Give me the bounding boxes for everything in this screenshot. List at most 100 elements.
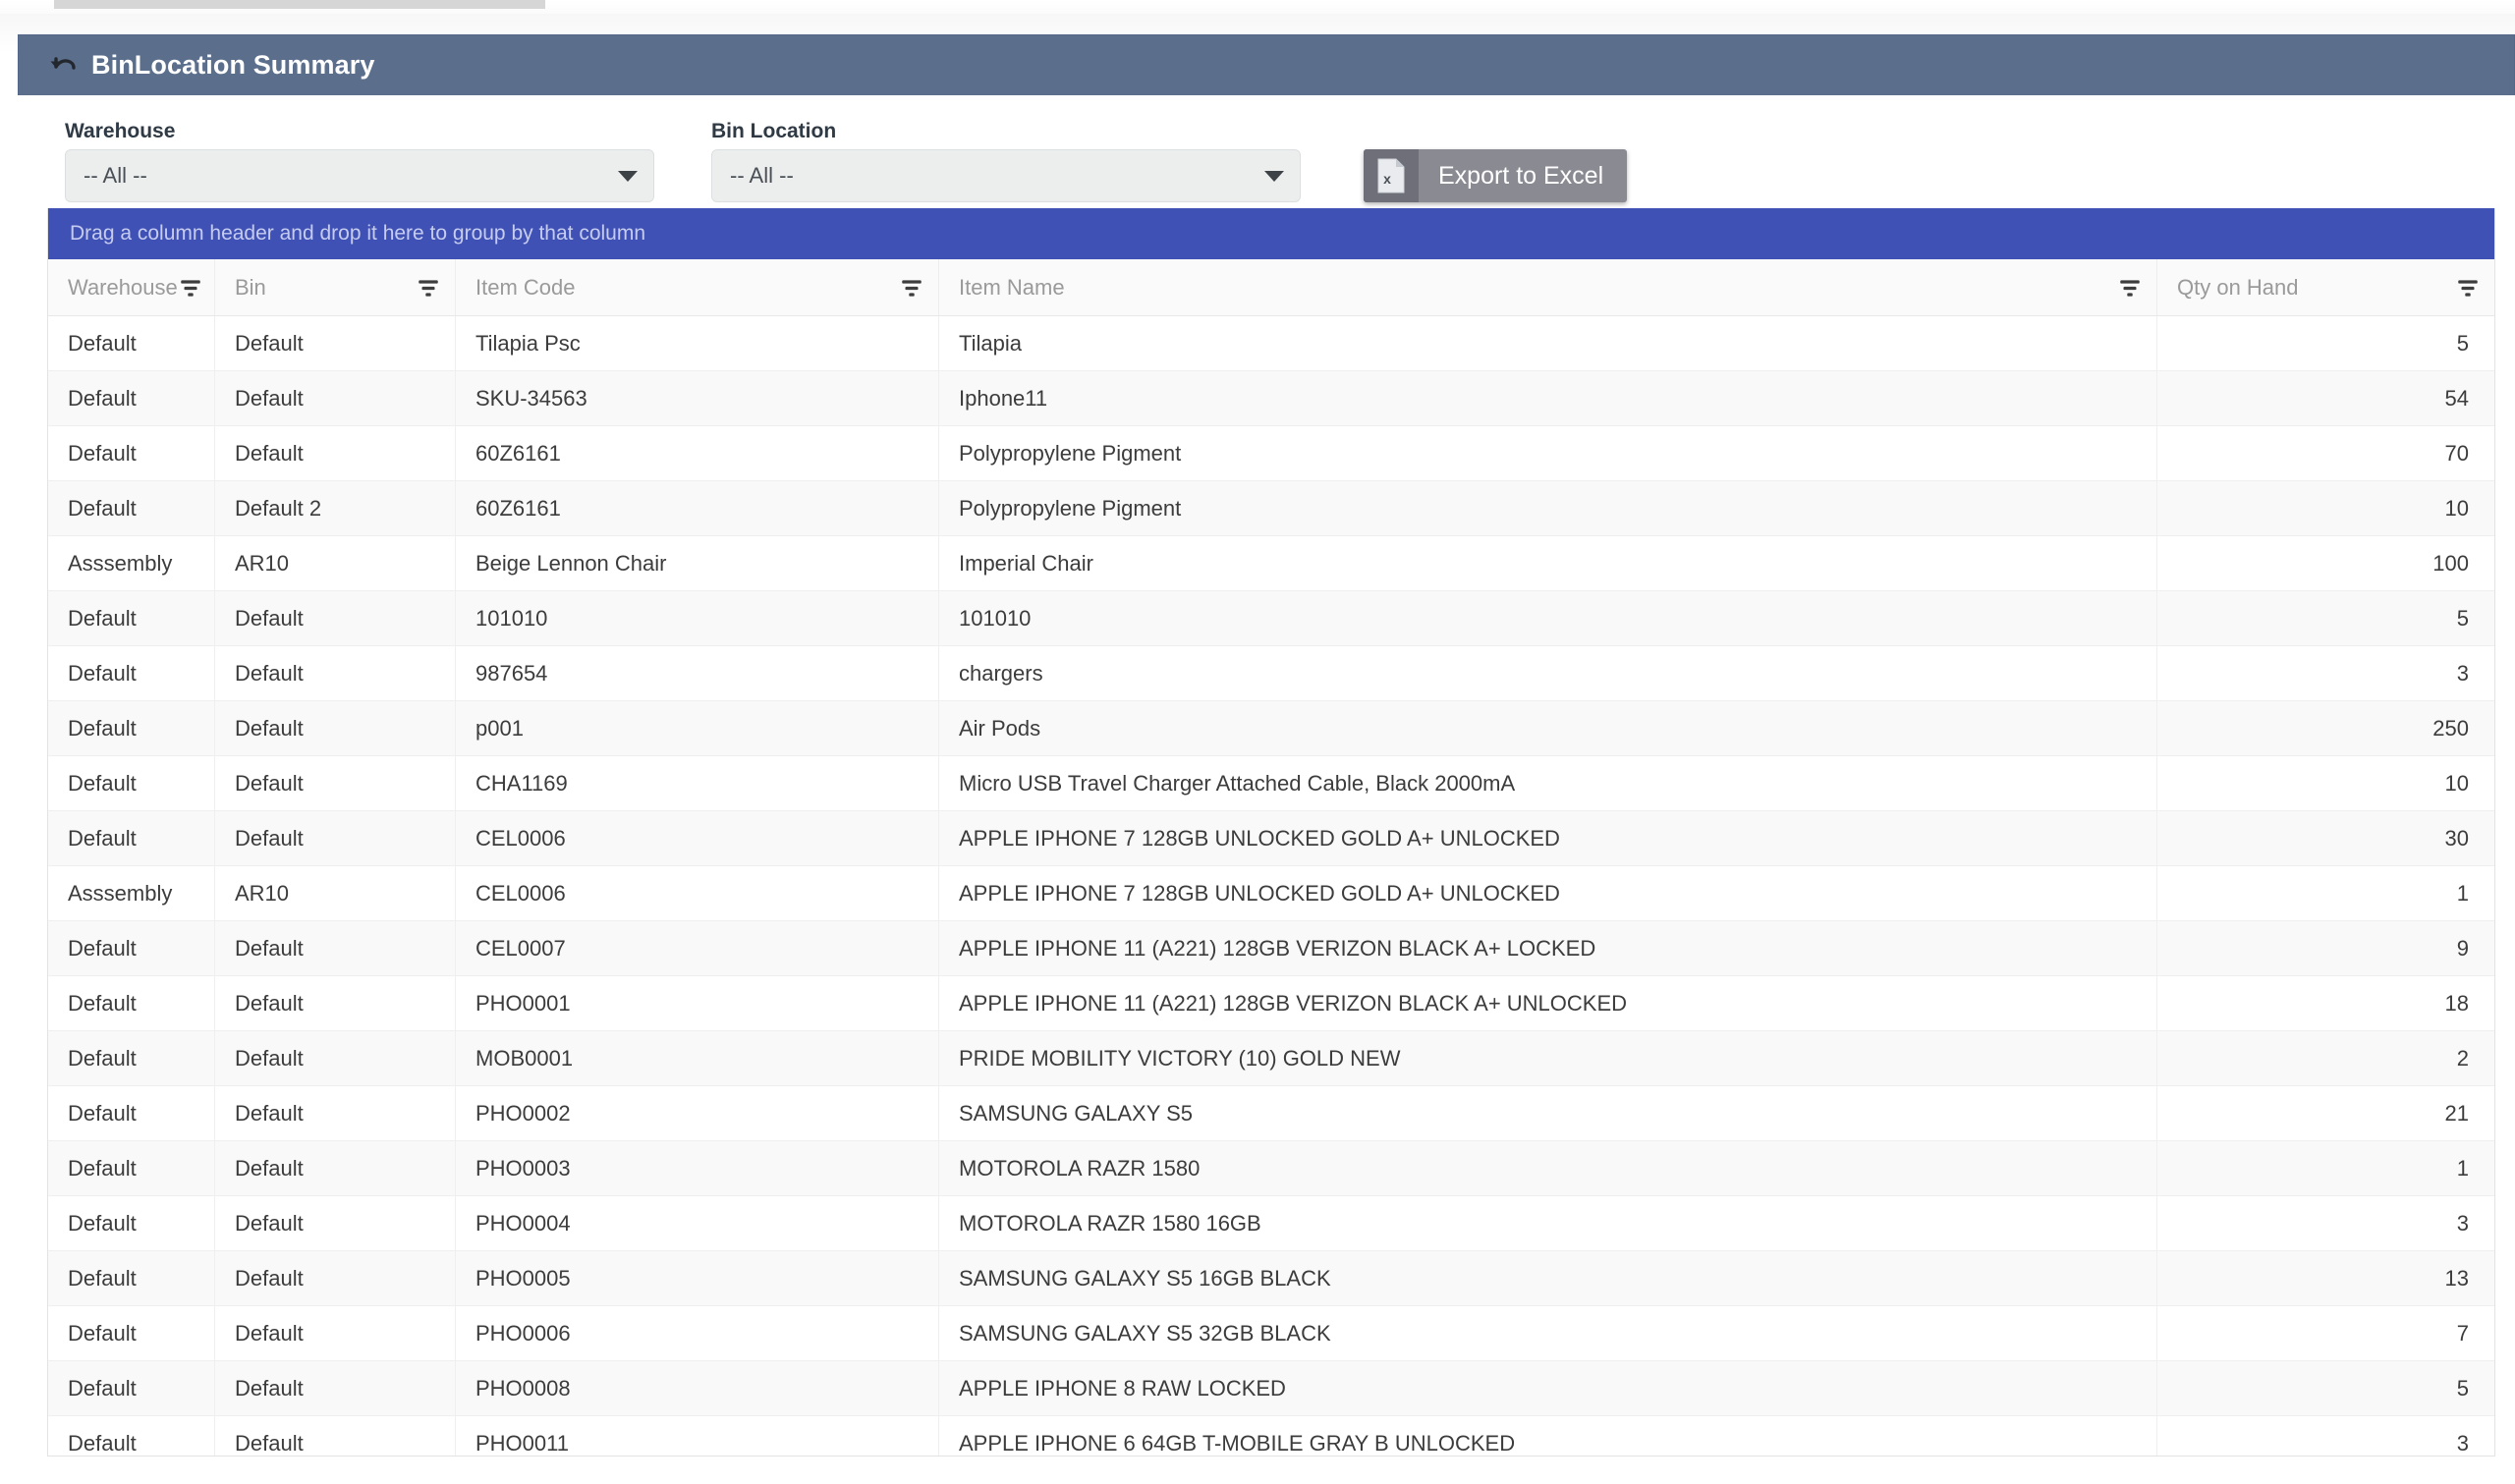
table-row[interactable]: Default Default MOB0001 PRIDE MOBILITY VICT… bbox=[48, 1031, 2494, 1086]
cell-item_code: PHO0011 bbox=[456, 1416, 939, 1456]
cell-qty_on_hand: 10 bbox=[2444, 770, 2469, 796]
cell-qty_on_hand: 1 bbox=[2456, 1155, 2469, 1181]
cell-item_code: Tilapia Psc bbox=[456, 316, 939, 370]
grid-header-cell-warehouse[interactable]: Warehouse bbox=[48, 259, 215, 315]
filter-icon[interactable] bbox=[899, 275, 924, 301]
cell-bin: Default bbox=[215, 976, 456, 1030]
cell-qty_on_hand: 3 bbox=[2456, 1430, 2469, 1456]
table-row[interactable]: Default Default PHO0002 SAMSUNG GALAXY S5 21 bbox=[48, 1086, 2494, 1141]
table-row[interactable]: Default Default 2 60Z6161 Polypropylene Pig… bbox=[48, 481, 2494, 536]
excel-file-icon: x bbox=[1364, 149, 1419, 202]
filter-icon[interactable] bbox=[416, 275, 441, 301]
export-to-excel-button[interactable]: x Export to Excel bbox=[1364, 149, 1628, 202]
table-row[interactable]: Asssembly AR10 Beige Lennon Chair Imperial … bbox=[48, 536, 2494, 591]
undo-arrow-icon[interactable] bbox=[46, 49, 80, 82]
cell-warehouse: Default bbox=[48, 1031, 215, 1085]
cell-item_name: Air Pods bbox=[939, 701, 2157, 755]
cell-bin: Default bbox=[215, 646, 456, 700]
grid-header-cell-qty_on_hand[interactable]: Qty on Hand bbox=[2157, 259, 2494, 315]
cell-warehouse: Default bbox=[48, 921, 215, 975]
cell-warehouse: Default bbox=[48, 316, 215, 370]
cell-qty_on_hand: 18 bbox=[2444, 990, 2469, 1016]
grid-header-cell-item_code[interactable]: Item Code bbox=[456, 259, 939, 315]
cell-bin: Default bbox=[215, 701, 456, 755]
binlocation-summary-panel: BinLocation Summary Warehouse -- All -- … bbox=[18, 34, 2515, 1457]
table-row[interactable]: Default Default PHO0008 APPLE IPHONE 8 RAW … bbox=[48, 1361, 2494, 1416]
table-row[interactable]: Default Default PHO0011 APPLE IPHONE 6 64GB… bbox=[48, 1416, 2494, 1456]
cell-warehouse: Default bbox=[48, 1306, 215, 1360]
cell-warehouse: Asssembly bbox=[48, 866, 215, 920]
cell-item_code: 60Z6161 bbox=[456, 426, 939, 480]
grid-header-cell-bin[interactable]: Bin bbox=[215, 259, 456, 315]
cell-warehouse: Default bbox=[48, 591, 215, 645]
grid-header-cell-item_name[interactable]: Item Name bbox=[939, 259, 2157, 315]
cell-qty_on_hand: 3 bbox=[2456, 660, 2469, 686]
cell-qty_on_hand: 21 bbox=[2444, 1100, 2469, 1126]
cell-item_code: PHO0006 bbox=[456, 1306, 939, 1360]
cell-item_name: APPLE IPHONE 7 128GB UNLOCKED GOLD A+ UN… bbox=[939, 811, 2157, 865]
cell-item_name: MOTOROLA RAZR 1580 16GB bbox=[939, 1196, 2157, 1250]
cell-warehouse: Default bbox=[48, 701, 215, 755]
cell-bin: Default bbox=[215, 1416, 456, 1456]
filter-icon[interactable] bbox=[178, 275, 203, 301]
grid-header-label-item_name: Item Name bbox=[959, 274, 1065, 300]
cell-qty_on_hand: 70 bbox=[2444, 440, 2469, 466]
table-row[interactable]: Default Default PHO0003 MOTOROLA RAZR 1580 1 bbox=[48, 1141, 2494, 1196]
cell-item_name: APPLE IPHONE 11 (A221) 128GB VERIZON BLA… bbox=[939, 921, 2157, 975]
cell-item_name: APPLE IPHONE 8 RAW LOCKED bbox=[939, 1361, 2157, 1415]
table-row[interactable]: Default Default CEL0006 APPLE IPHONE 7 128G… bbox=[48, 811, 2494, 866]
cell-item_code: CEL0006 bbox=[456, 866, 939, 920]
table-row[interactable]: Default Default PHO0004 MOTOROLA RAZR 1580 … bbox=[48, 1196, 2494, 1251]
cell-item_code: p001 bbox=[456, 701, 939, 755]
warehouse-label: Warehouse bbox=[65, 120, 176, 142]
table-row[interactable]: Asssembly AR10 CEL0006 APPLE IPHONE 7 128GB… bbox=[48, 866, 2494, 921]
page-title: BinLocation Summary bbox=[91, 50, 375, 80]
browser-tab-stub bbox=[54, 0, 545, 9]
cell-item_name: 101010 bbox=[939, 591, 2157, 645]
cell-bin: Default bbox=[215, 1031, 456, 1085]
table-row[interactable]: Default Default PHO0001 APPLE IPHONE 11 (A2… bbox=[48, 976, 2494, 1031]
cell-warehouse: Asssembly bbox=[48, 536, 215, 590]
cell-warehouse: Default bbox=[48, 1361, 215, 1415]
cell-item_name: Iphone11 bbox=[939, 371, 2157, 425]
warehouse-select-value: -- All -- bbox=[84, 163, 147, 188]
table-row[interactable]: Default Default 101010 101010 5 bbox=[48, 591, 2494, 646]
table-row[interactable]: Default Default CHA1169 Micro USB Travel Ch… bbox=[48, 756, 2494, 811]
cell-item_name: SAMSUNG GALAXY S5 16GB BLACK bbox=[939, 1251, 2157, 1305]
cell-bin: Default bbox=[215, 591, 456, 645]
table-row[interactable]: Default Default Tilapia Psc Tilapia 5 bbox=[48, 316, 2494, 371]
table-row[interactable]: Default Default 987654 chargers 3 bbox=[48, 646, 2494, 701]
table-row[interactable]: Default Default p001 Air Pods 250 bbox=[48, 701, 2494, 756]
chevron-down-icon[interactable] bbox=[618, 170, 638, 182]
cell-bin: Default bbox=[215, 1086, 456, 1140]
cell-qty_on_hand: 5 bbox=[2456, 1375, 2469, 1401]
group-by-drop-panel[interactable]: Drag a column header and drop it here to… bbox=[48, 208, 2494, 259]
cell-item_code: MOB0001 bbox=[456, 1031, 939, 1085]
table-row[interactable]: Default Default CEL0007 APPLE IPHONE 11 (A2… bbox=[48, 921, 2494, 976]
panel-header: BinLocation Summary bbox=[18, 34, 2515, 95]
cell-item_code: PHO0004 bbox=[456, 1196, 939, 1250]
grid-header-label-warehouse: Warehouse bbox=[68, 274, 178, 300]
chevron-down-icon[interactable] bbox=[1264, 170, 1284, 182]
cell-item_code: PHO0003 bbox=[456, 1141, 939, 1195]
filter-icon[interactable] bbox=[2117, 275, 2143, 301]
cell-item_code: CEL0007 bbox=[456, 921, 939, 975]
warehouse-select[interactable]: -- All -- bbox=[65, 149, 654, 202]
table-row[interactable]: Default Default PHO0006 SAMSUNG GALAXY S5 3… bbox=[48, 1306, 2494, 1361]
cell-item_code: 101010 bbox=[456, 591, 939, 645]
table-row[interactable]: Default Default PHO0005 SAMSUNG GALAXY S5 1… bbox=[48, 1251, 2494, 1306]
filter-icon[interactable] bbox=[2455, 275, 2481, 301]
table-row[interactable]: Default Default SKU-34563 Iphone11 54 bbox=[48, 371, 2494, 426]
cell-item_code: SKU-34563 bbox=[456, 371, 939, 425]
cell-qty_on_hand: 3 bbox=[2456, 1210, 2469, 1236]
cell-item_name: PRIDE MOBILITY VICTORY (10) GOLD NEW bbox=[939, 1031, 2157, 1085]
cell-item_code: PHO0001 bbox=[456, 976, 939, 1030]
table-row[interactable]: Default Default 60Z6161 Polypropylene Pigme… bbox=[48, 426, 2494, 481]
cell-bin: Default bbox=[215, 1306, 456, 1360]
cell-bin: Default bbox=[215, 756, 456, 810]
bin-location-select[interactable]: -- All -- bbox=[711, 149, 1301, 202]
cell-qty_on_hand: 100 bbox=[2432, 550, 2469, 576]
cell-qty_on_hand: 2 bbox=[2456, 1045, 2469, 1071]
cell-item_code: CHA1169 bbox=[456, 756, 939, 810]
cell-warehouse: Default bbox=[48, 1416, 215, 1456]
